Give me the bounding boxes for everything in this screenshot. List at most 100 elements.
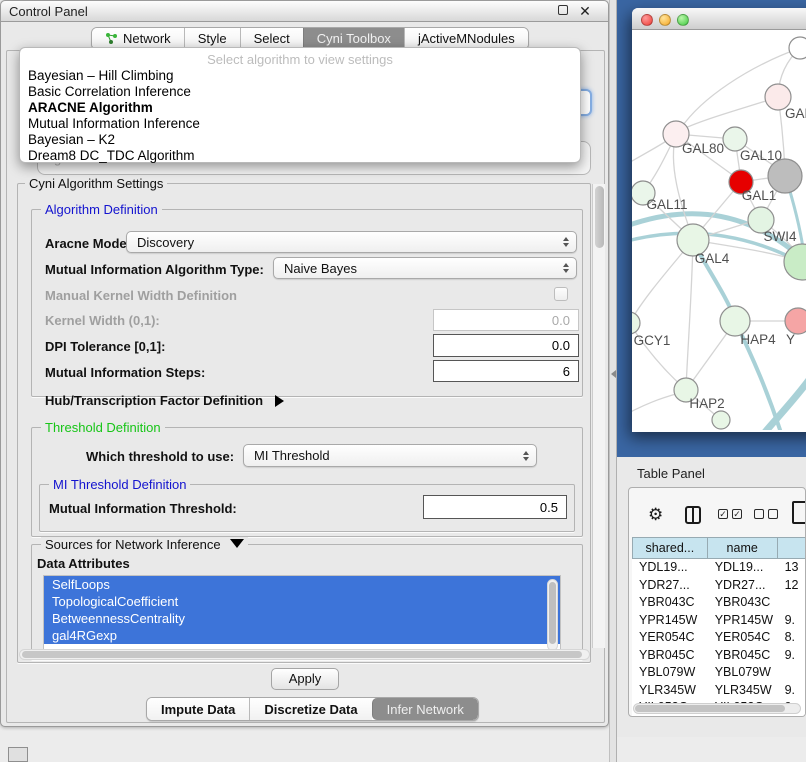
table-row[interactable]: YBR045CYBR045C9.: [632, 647, 806, 665]
data-attributes-label: Data Attributes: [37, 556, 130, 571]
chevron-updown-icon: [563, 237, 569, 247]
table-row[interactable]: YBL079WYBL079W: [632, 664, 806, 682]
node-label: HAP2: [689, 396, 724, 411]
kernel-width-field[interactable]: 0.0: [433, 309, 579, 331]
mi-threshold-definition-title: MI Threshold Definition: [49, 477, 190, 492]
sources-group-toggle[interactable]: Sources for Network Inference: [41, 537, 248, 552]
aracne-mode-combo[interactable]: Discovery: [126, 231, 577, 253]
table-panel-body: ⚙ ✓✓ shared...name YDL19...YDL19...13YDR…: [628, 487, 806, 717]
which-threshold-combo[interactable]: MI Threshold: [243, 444, 537, 467]
mac-minimize-icon[interactable]: [659, 14, 671, 26]
table-row[interactable]: YPR145WYPR145W9.: [632, 612, 806, 630]
tab-style[interactable]: Style: [184, 28, 240, 49]
algorithm-option[interactable]: Dream8 DC_TDC Algorithm: [20, 148, 580, 164]
table-row[interactable]: YDR27...YDR27...12: [632, 577, 806, 595]
column-header-clipped[interactable]: [778, 537, 806, 559]
node-label: Y: [786, 332, 795, 347]
data-attribute-item[interactable]: SelfLoops: [44, 576, 560, 593]
cyni-settings-group-title: Cyni Algorithm Settings: [25, 176, 167, 191]
node-label: GAL: [785, 106, 806, 121]
mac-close-icon[interactable]: [641, 14, 653, 26]
cyni-bottom-tab-bar: Impute DataDiscretize DataInfer Network: [146, 697, 479, 721]
network-window-titlebar[interactable]: [632, 8, 806, 30]
algorithm-option[interactable]: Bayesian – Hill Climbing: [20, 68, 580, 84]
apply-button[interactable]: Apply: [271, 668, 339, 690]
chevron-updown-icon: [563, 263, 569, 273]
network-graph-canvas[interactable]: GALGAL80GAL10GAL1GAL11SWI4GAL4GCY1HAP4YH…: [632, 30, 806, 430]
algorithm-option[interactable]: Bayesian – K2: [20, 132, 580, 148]
mi-type-value: Naive Bayes: [284, 261, 357, 276]
float-window-icon[interactable]: [558, 5, 568, 15]
table-header-row[interactable]: shared...name: [632, 537, 806, 559]
table-row[interactable]: YDL19...YDL19...13: [632, 559, 806, 577]
control-panel-titlebar[interactable]: Control Panel ✕: [1, 1, 608, 22]
control-panel-title: Control Panel: [9, 4, 88, 19]
collapse-arrow-icon[interactable]: [611, 370, 616, 378]
network-node-y[interactable]: [785, 308, 806, 334]
tab-cyni-toolbox[interactable]: Cyni Toolbox: [303, 28, 404, 49]
column-header-name[interactable]: name: [708, 537, 778, 559]
table-cell: YDL19...: [632, 559, 708, 577]
data-attributes-list[interactable]: SelfLoopsTopologicalCoefficientBetweenne…: [43, 575, 561, 659]
algorithm-option[interactable]: ARACNE Algorithm: [20, 100, 580, 116]
algorithm-dropdown-items: Bayesian – Hill ClimbingBasic Correlatio…: [20, 68, 580, 164]
close-icon[interactable]: ✕: [578, 4, 592, 18]
table-cell: YLR345W: [708, 682, 778, 700]
gear-icon[interactable]: ⚙: [648, 505, 663, 525]
node-label: GAL11: [646, 197, 687, 212]
settings-horizontal-scrollbar[interactable]: [19, 649, 590, 660]
table-row[interactable]: YER054CYER054C8.: [632, 629, 806, 647]
data-attribute-item[interactable]: TopologicalCoefficient: [44, 593, 560, 610]
list-vertical-scrollbar[interactable]: [547, 579, 558, 651]
mi-type-combo[interactable]: Naive Bayes: [273, 257, 577, 279]
tab-select[interactable]: Select: [240, 28, 303, 49]
column-header-shared...[interactable]: shared...: [632, 537, 708, 559]
algorithm-option[interactable]: Basic Correlation Inference: [20, 84, 580, 100]
collapsed-panel-button[interactable]: [8, 747, 28, 762]
table-row[interactable]: YLR345WYLR345W9.: [632, 682, 806, 700]
node-label: GAL1: [742, 188, 777, 203]
tab-network[interactable]: Network: [92, 28, 184, 49]
network-node[interactable]: [712, 411, 730, 429]
table-cell: YBL079W: [708, 664, 778, 682]
algorithm-option[interactable]: Mutual Information Inference: [20, 116, 580, 132]
mi-threshold-field[interactable]: 0.5: [423, 495, 567, 519]
algorithm-definition-title: Algorithm Definition: [41, 202, 162, 217]
select-all-icon[interactable]: ✓✓: [718, 509, 742, 519]
threshold-definition-title: Threshold Definition: [41, 420, 165, 435]
mac-zoom-icon[interactable]: [677, 14, 689, 26]
node-label: GAL4: [695, 251, 730, 266]
chevron-down-icon: [230, 539, 244, 548]
dpi-tolerance-field[interactable]: 0.0: [433, 334, 579, 357]
tab-discretize-data[interactable]: Discretize Data: [249, 698, 371, 720]
table-panel: Table Panel ⚙ ✓✓ shared...name YDL19...Y…: [617, 457, 806, 737]
panel-splitter[interactable]: [609, 0, 617, 762]
table-cell: 13: [778, 559, 806, 577]
node-label: GAL10: [740, 148, 782, 163]
table-row[interactable]: YBR043CYBR043C: [632, 594, 806, 612]
node-table[interactable]: shared...name YDL19...YDL19...13YDR27...…: [632, 537, 806, 717]
deselect-all-icon[interactable]: [754, 509, 778, 519]
table-horizontal-scrollbar[interactable]: [633, 703, 801, 714]
tab-jactivemnodules[interactable]: jActiveMNodules: [404, 28, 528, 49]
algorithm-dropdown-popup: Select algorithm to view settings Bayesi…: [19, 47, 581, 163]
mi-steps-field[interactable]: 6: [433, 360, 579, 382]
dpi-tolerance-label: DPI Tolerance [0,1]:: [45, 339, 165, 354]
table-cell: 9.: [778, 612, 806, 630]
split-columns-icon[interactable]: [685, 506, 701, 524]
chevron-right-icon: [275, 395, 284, 407]
data-attribute-item[interactable]: gal4RGexp: [44, 627, 560, 644]
network-view-window[interactable]: GALGAL80GAL10GAL1GAL11SWI4GAL4GCY1HAP4YH…: [632, 8, 806, 432]
table-cell: YDR27...: [632, 577, 708, 595]
network-node[interactable]: [789, 37, 806, 59]
table-cell: YLR345W: [632, 682, 708, 700]
settings-vertical-scrollbar[interactable]: [592, 184, 605, 648]
tab-impute-data[interactable]: Impute Data: [147, 698, 249, 720]
tab-infer-network[interactable]: Infer Network: [372, 698, 478, 720]
hub-definition-toggle[interactable]: Hub/Transcription Factor Definition: [45, 393, 284, 408]
new-table-icon[interactable]: [792, 501, 806, 524]
data-attribute-item[interactable]: BetweennessCentrality: [44, 610, 560, 627]
table-cell: YBL079W: [632, 664, 708, 682]
manual-kernel-checkbox[interactable]: [554, 287, 568, 301]
network-node-gcy1[interactable]: [632, 312, 640, 334]
